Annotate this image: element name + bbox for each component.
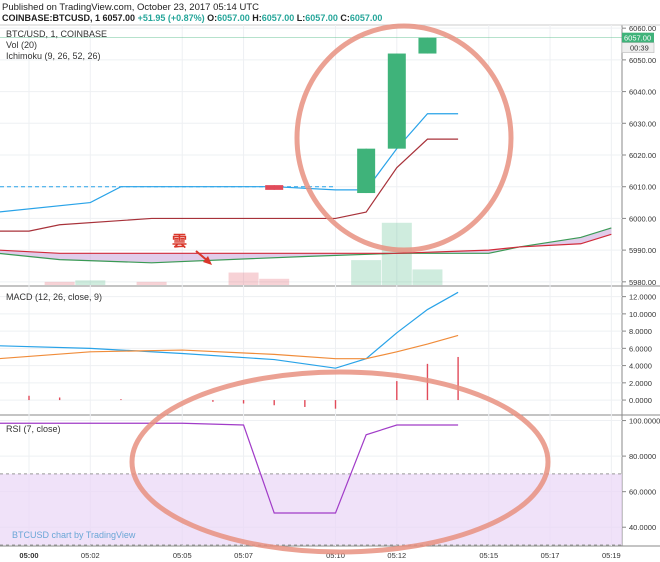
y-tick-label: 100.0000 [629, 417, 660, 426]
y-tick-label: 8.0000 [629, 327, 652, 336]
y-tick-label: 6060.00 [629, 24, 656, 33]
volume-bar [75, 280, 106, 285]
volume-bar [351, 260, 382, 285]
macd-line [0, 291, 459, 369]
cloud-annotation: 雲 [172, 232, 187, 250]
ichimoku-cloud [0, 227, 612, 263]
y-tick-label: 12.0000 [629, 293, 656, 302]
candle-body [387, 53, 406, 149]
time-tick-label: 05:15 [479, 551, 498, 560]
y-tick-label: 6000.00 [629, 214, 656, 223]
y-tick-label: 5990.00 [629, 246, 656, 255]
volume-bar [136, 281, 167, 285]
y-tick-label: 6020.00 [629, 151, 656, 160]
candle-body [418, 37, 437, 54]
watermark: BTCUSD chart by TradingView [12, 530, 136, 540]
legend-ichimoku: Ichimoku (9, 26, 52, 26) [6, 51, 101, 61]
y-tick-label: 40.0000 [629, 523, 656, 532]
time-tick-label: 05:17 [541, 551, 560, 560]
time-tick-label: 05:19 [602, 551, 621, 560]
last-price-tag-label: 6057.00 [624, 34, 651, 43]
candle-body [357, 148, 376, 194]
time-tick-label: 05:02 [81, 551, 100, 560]
cloud-fill [0, 227, 612, 263]
time-tick-label: 05:00 [19, 551, 38, 560]
y-tick-label: 0.0000 [629, 396, 652, 405]
time-tick-label: 05:12 [387, 551, 406, 560]
legend-symbol: BTC/USD, 1, COINBASE [6, 29, 107, 39]
time-tick-label: 05:05 [173, 551, 192, 560]
y-tick-label: 60.0000 [629, 488, 656, 497]
y-tick-label: 6.0000 [629, 344, 652, 353]
candle-body [265, 185, 284, 190]
time-tick-label: 05:07 [234, 551, 253, 560]
y-tick-label: 5980.00 [629, 278, 656, 287]
countdown-tag-label: 00:39 [630, 44, 649, 53]
volume-bar [412, 269, 443, 285]
y-tick-label: 2.0000 [629, 379, 652, 388]
volume-bar [228, 272, 259, 285]
y-tick-label: 6010.00 [629, 183, 656, 192]
y-tick-label: 4.0000 [629, 362, 652, 371]
y-tick-label: 6030.00 [629, 119, 656, 128]
volume-bar [259, 278, 290, 285]
legend-rsi: RSI (7, close) [6, 424, 61, 434]
volume-bar [44, 281, 75, 285]
chart-canvas[interactable]: 05:00 05:02 05:05 05:07 05:10 05:12 05:15 05:17… [0, 0, 660, 562]
y-tick-label: 6050.00 [629, 56, 656, 65]
y-tick-label: 6040.00 [629, 88, 656, 97]
legend-macd: MACD (12, 26, close, 9) [6, 292, 102, 302]
y-tick-label: 80.0000 [629, 452, 656, 461]
candles [265, 37, 437, 194]
kijun-line [0, 138, 459, 232]
grid [0, 24, 660, 547]
legend-volume: Vol (20) [6, 40, 37, 50]
y-tick-label: 10.0000 [629, 310, 656, 319]
